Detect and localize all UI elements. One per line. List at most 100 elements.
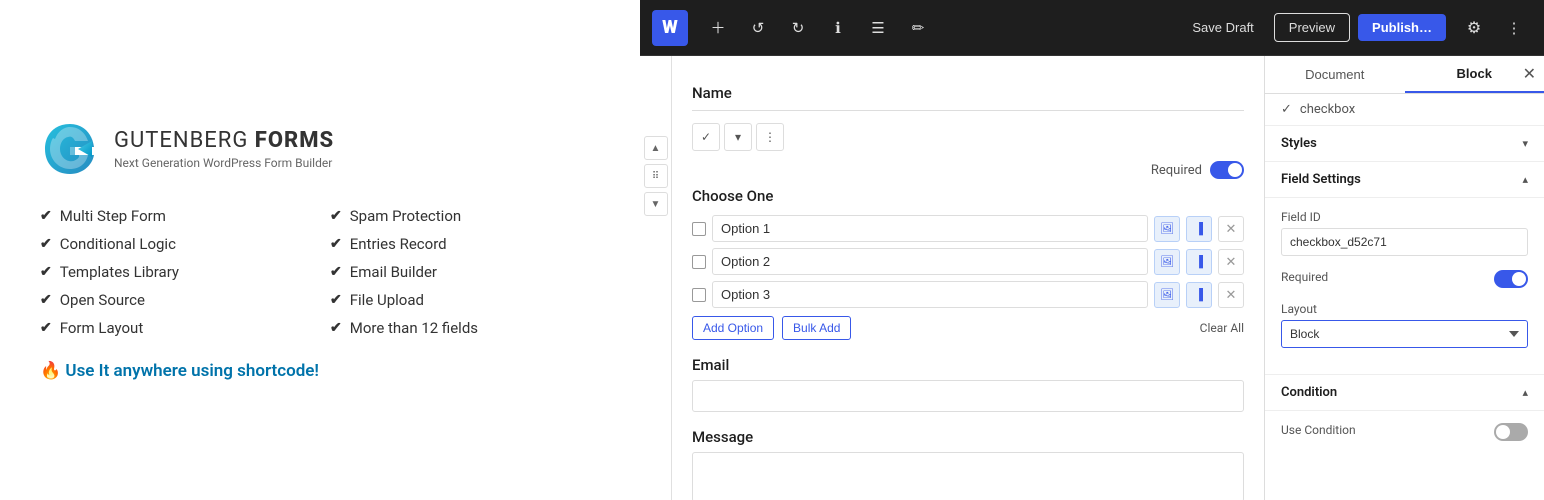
more-options-button[interactable]: ⋮ xyxy=(1496,10,1532,46)
check-icon: ✔ xyxy=(40,208,52,224)
feature-label: Form Layout xyxy=(60,319,144,337)
condition-section-header[interactable]: Condition ▴ xyxy=(1265,374,1544,411)
document-tab[interactable]: Document xyxy=(1265,56,1405,93)
email-input-box[interactable] xyxy=(692,380,1244,412)
checkbox-label-row: ✓ checkbox xyxy=(1265,94,1544,126)
message-section: Message xyxy=(692,428,1244,500)
condition-chevron-icon: ▴ xyxy=(1522,386,1528,399)
field-settings-body: Field ID Required Layout Block Inline xyxy=(1265,198,1544,374)
logo-icon xyxy=(40,119,100,179)
feature-file-upload: ✔ File Upload xyxy=(330,291,600,309)
redo-button[interactable]: ↻ xyxy=(780,10,816,46)
option-row-2: 🖼 ▐ ✕ xyxy=(692,248,1244,275)
required-group: Required xyxy=(1281,270,1528,288)
check-icon: ✔ xyxy=(330,320,342,336)
sidebar-close-button[interactable]: ✕ xyxy=(1523,64,1536,84)
add-block-button[interactable]: ＋ xyxy=(700,10,736,46)
check-icon: ✔ xyxy=(40,320,52,336)
option-input-2[interactable] xyxy=(712,248,1148,275)
option-image-btn-3[interactable]: 🖼 xyxy=(1154,282,1180,308)
block-arrow-button[interactable]: ▾ xyxy=(724,123,752,151)
email-section: Email xyxy=(692,356,1244,412)
styles-section-header[interactable]: Styles ▾ xyxy=(1265,126,1544,162)
option-image-btn-1[interactable]: 🖼 xyxy=(1154,216,1180,242)
checkbox-label: checkbox xyxy=(1300,102,1355,117)
use-condition-row: Use Condition xyxy=(1281,423,1528,441)
bulk-add-button[interactable]: Bulk Add xyxy=(782,316,851,340)
move-down-button[interactable]: ▼ xyxy=(644,192,668,216)
move-up-button[interactable]: ▲ xyxy=(644,136,668,160)
option-input-1[interactable] xyxy=(712,215,1148,242)
field-settings-chevron-icon: ▴ xyxy=(1522,173,1528,186)
option-image-btn-2[interactable]: 🖼 xyxy=(1154,249,1180,275)
settings-button[interactable]: ⚙ xyxy=(1456,10,1492,46)
list-view-button[interactable]: ☰ xyxy=(860,10,896,46)
option-checkbox-3[interactable] xyxy=(692,288,706,302)
feature-open-source: ✔ Open Source xyxy=(40,291,310,309)
publish-button[interactable]: Publish… xyxy=(1358,14,1446,41)
layout-group: Layout Block Inline xyxy=(1281,302,1528,348)
wp-editor: W ＋ ↺ ↻ ℹ ☰ ✏ Save Draft Preview Publish… xyxy=(640,0,1544,500)
check-icon: ✔ xyxy=(330,264,342,280)
logo-title: Gutenberg Forms xyxy=(114,128,334,154)
condition-label: Condition xyxy=(1281,385,1337,400)
clear-all-link[interactable]: Clear All xyxy=(1200,321,1244,335)
canvas-left-controls: ▲ ⠿ ▼ xyxy=(640,56,672,500)
feature-label: Spam Protection xyxy=(350,207,461,225)
feature-templates: ✔ Templates Library xyxy=(40,263,310,281)
sidebar-tabs: Document Block ✕ xyxy=(1265,56,1544,94)
undo-button[interactable]: ↺ xyxy=(740,10,776,46)
logo-text-area: Gutenberg Forms Next Generation WordPres… xyxy=(114,128,334,170)
feature-email-builder: ✔ Email Builder xyxy=(330,263,600,281)
message-textarea[interactable] xyxy=(692,452,1244,500)
preview-button[interactable]: Preview xyxy=(1274,13,1350,42)
styles-chevron-icon: ▾ xyxy=(1522,137,1528,150)
option-row-1: 🖼 ▐ ✕ xyxy=(692,215,1244,242)
option-checkbox-1[interactable] xyxy=(692,222,706,236)
use-condition-toggle[interactable] xyxy=(1494,423,1528,441)
wp-toolbar: W ＋ ↺ ↻ ℹ ☰ ✏ Save Draft Preview Publish… xyxy=(640,0,1544,56)
required-row: Required xyxy=(692,161,1244,179)
feature-label: Conditional Logic xyxy=(60,235,176,253)
feature-entries: ✔ Entries Record xyxy=(330,235,600,253)
required-sidebar-toggle[interactable] xyxy=(1494,270,1528,288)
add-option-button[interactable]: Add Option xyxy=(692,316,774,340)
block-check-button[interactable]: ✓ xyxy=(692,123,720,151)
option-remove-btn-2[interactable]: ✕ xyxy=(1218,249,1244,275)
drag-handle-button[interactable]: ⠿ xyxy=(644,164,668,188)
option-row-3: 🖼 ▐ ✕ xyxy=(692,281,1244,308)
option-bold-btn-3[interactable]: ▐ xyxy=(1186,282,1212,308)
left-panel: Gutenberg Forms Next Generation WordPres… xyxy=(0,0,640,500)
check-icon: ✔ xyxy=(40,236,52,252)
option-bold-btn-1[interactable]: ▐ xyxy=(1186,216,1212,242)
layout-select[interactable]: Block Inline xyxy=(1281,320,1528,348)
info-button[interactable]: ℹ xyxy=(820,10,856,46)
field-settings-section-header[interactable]: Field Settings ▴ xyxy=(1265,162,1544,198)
canvas-inner: Name ✓ ▾ ⋮ Required Choose One xyxy=(672,56,1264,500)
right-sidebar: Document Block ✕ ✓ checkbox Styles ▾ Fie… xyxy=(1264,56,1544,500)
option-checkbox-2[interactable] xyxy=(692,255,706,269)
use-condition-body: Use Condition xyxy=(1265,411,1544,453)
feature-label: Open Source xyxy=(60,291,145,309)
field-id-input[interactable] xyxy=(1281,228,1528,256)
option-remove-btn-1[interactable]: ✕ xyxy=(1218,216,1244,242)
check-icon: ✔ xyxy=(330,292,342,308)
logo-area: Gutenberg Forms Next Generation WordPres… xyxy=(40,119,600,179)
layout-label: Layout xyxy=(1281,302,1528,316)
option-bold-btn-2[interactable]: ▐ xyxy=(1186,249,1212,275)
editor-body: ▲ ⠿ ▼ Name ✓ ▾ ⋮ Required xyxy=(640,56,1544,500)
save-draft-button[interactable]: Save Draft xyxy=(1182,14,1263,41)
feature-label: File Upload xyxy=(350,291,424,309)
option-remove-btn-3[interactable]: ✕ xyxy=(1218,282,1244,308)
field-id-label: Field ID xyxy=(1281,210,1528,224)
required-toggle[interactable] xyxy=(1210,161,1244,179)
email-label: Email xyxy=(692,356,1244,374)
edit-button[interactable]: ✏ xyxy=(900,10,936,46)
checkbox-check-icon: ✓ xyxy=(1281,102,1292,117)
features-grid: ✔ Multi Step Form ✔ Spam Protection ✔ Co… xyxy=(40,207,600,337)
logo-subtitle: Next Generation WordPress Form Builder xyxy=(114,156,334,170)
field-id-group: Field ID xyxy=(1281,210,1528,256)
block-more-button[interactable]: ⋮ xyxy=(756,123,784,151)
feature-12-fields: ✔ More than 12 fields xyxy=(330,319,600,337)
option-input-3[interactable] xyxy=(712,281,1148,308)
